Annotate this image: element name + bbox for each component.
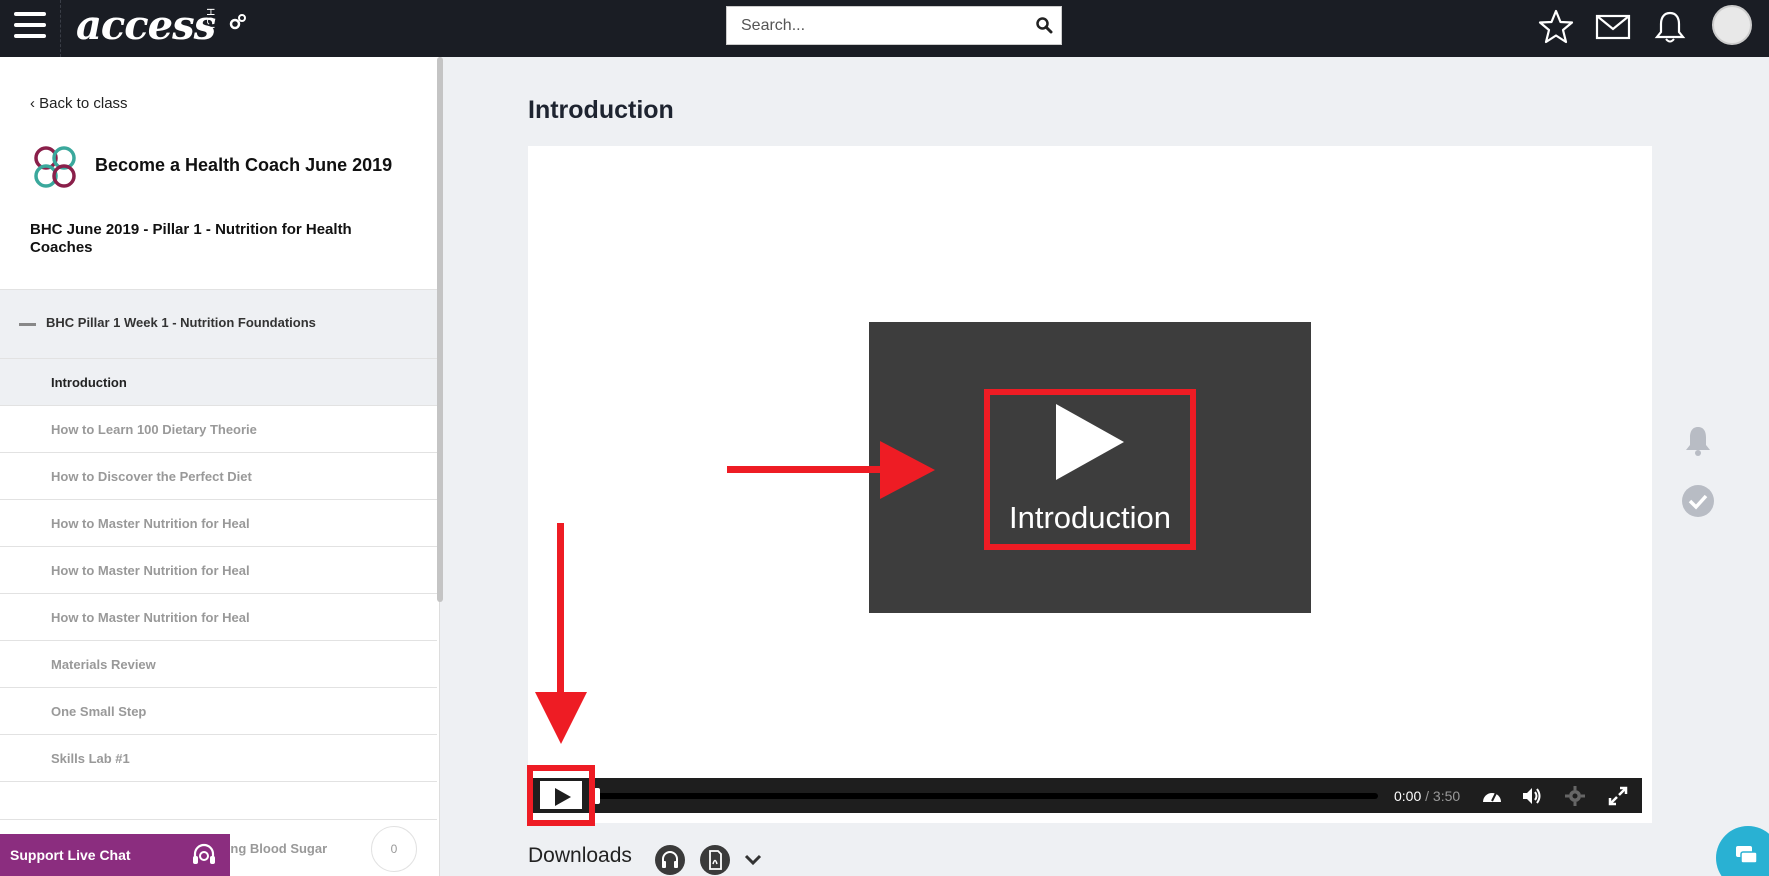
course-sidebar: ‹ Back to class Become a Health Coach Ju…	[0, 57, 440, 876]
pdf-download-icon[interactable]	[700, 845, 730, 875]
lesson-item[interactable]: How to Master Nutrition for Heal	[0, 547, 437, 594]
lesson-item[interactable]: One Small Step	[0, 688, 437, 735]
lesson-label: Materials Review	[51, 657, 156, 672]
page-title: Introduction	[528, 96, 674, 124]
volume-icon[interactable]	[1521, 785, 1543, 807]
search-box	[726, 6, 1062, 45]
chat-label: Support Live Chat	[10, 847, 131, 863]
star-icon[interactable]	[1537, 8, 1575, 46]
duration: 3:50	[1432, 788, 1461, 804]
brand-sub-label: HCI	[204, 8, 216, 30]
chevron-down-icon[interactable]	[742, 849, 764, 871]
mail-icon[interactable]	[1594, 8, 1632, 46]
annotation-highlight-thumbnail	[984, 389, 1196, 550]
bell-icon[interactable]	[1651, 8, 1689, 46]
lesson-label: How to Master Nutrition for Heal	[51, 610, 250, 625]
sidebar-scrollbar[interactable]	[437, 57, 443, 602]
class-logo-icon	[34, 146, 76, 188]
lesson-item[interactable]: How to Learn 100 Dietary Theorie	[0, 406, 437, 453]
lesson-item[interactable]: Materials Review	[0, 641, 437, 688]
annotation-arrow-right	[727, 466, 887, 473]
lesson-label: How to Discover the Perfect Diet	[51, 469, 252, 484]
gears-icon[interactable]	[229, 13, 247, 36]
lesson-item[interactable]: How to Master Nutrition for Heal	[0, 594, 437, 641]
lesson-label: Skills Lab #1	[51, 751, 130, 766]
headset-icon	[193, 843, 215, 864]
back-to-class-link[interactable]: ‹ Back to class	[30, 95, 128, 112]
lesson-item-introduction[interactable]: Introduction	[0, 359, 437, 406]
search-input[interactable]	[727, 7, 1017, 44]
lesson-label: How to Master Nutrition for Heal	[51, 516, 250, 531]
video-time: 0:00 / 3:50	[1394, 788, 1460, 804]
fullscreen-icon[interactable]	[1607, 785, 1629, 807]
top-bar: access HCI	[0, 0, 1769, 57]
audio-download-icon[interactable]	[655, 845, 685, 875]
lesson-label: How to Learn 100 Dietary Theorie	[51, 422, 257, 437]
annotation-arrowhead-right	[880, 441, 935, 499]
back-label: Back to class	[39, 95, 128, 112]
collapse-icon	[19, 323, 36, 326]
week-1-label: BHC Pillar 1 Week 1 - Nutrition Foundati…	[46, 315, 316, 330]
annotation-arrow-down	[557, 523, 564, 701]
chat-bubble-button[interactable]	[1716, 826, 1769, 876]
lesson-label: One Small Step	[51, 704, 147, 719]
class-title: Become a Health Coach June 2019	[95, 155, 393, 175]
lesson-item[interactable]: How to Master Nutrition for Heal	[0, 500, 437, 547]
video-progress-bar[interactable]	[596, 793, 1378, 799]
check-icon[interactable]	[1681, 484, 1715, 518]
week-1-toggle[interactable]: BHC Pillar 1 Week 1 - Nutrition Foundati…	[0, 289, 437, 359]
brand-logo[interactable]: access	[76, 2, 216, 49]
lesson-label: How to Master Nutrition for Heal	[51, 563, 250, 578]
lesson-item[interactable]: Skills Lab #1	[0, 735, 437, 782]
annotation-highlight-play-button	[527, 765, 595, 826]
bell-icon[interactable]	[1681, 424, 1715, 458]
menu-icon[interactable]	[14, 12, 46, 40]
settings-icon[interactable]	[1564, 785, 1586, 807]
week-2-count-badge: 0	[371, 826, 417, 872]
divider	[60, 0, 61, 57]
current-time: 0:00	[1394, 788, 1422, 804]
lesson-item[interactable]: How to Discover the Perfect Diet	[0, 453, 437, 500]
lesson-label: Introduction	[51, 375, 127, 390]
speed-icon[interactable]	[1481, 785, 1503, 807]
module-title: BHC June 2019 - Pillar 1 - Nutrition for…	[30, 221, 352, 256]
time-separator: /	[1421, 788, 1433, 804]
downloads-heading: Downloads	[528, 844, 632, 867]
search-icon[interactable]	[1035, 16, 1053, 34]
user-avatar[interactable]	[1712, 5, 1752, 45]
annotation-arrowhead-down	[535, 692, 587, 744]
support-live-chat-button[interactable]: Support Live Chat	[0, 834, 230, 876]
